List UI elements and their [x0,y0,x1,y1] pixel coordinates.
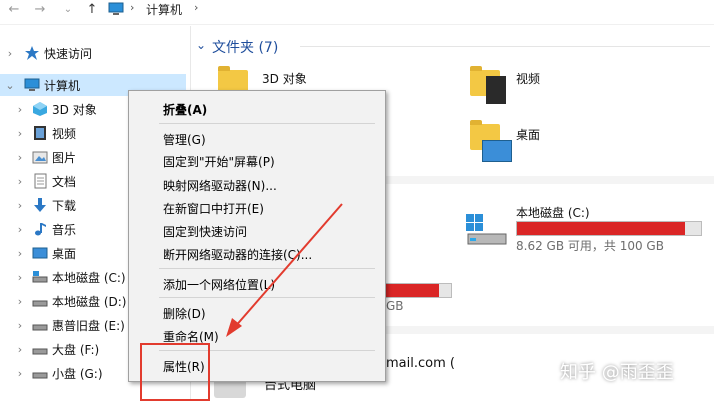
annotation-highlight-box [140,343,210,401]
annotation-arrow [226,203,343,337]
watermark: 知乎 @雨歪歪 [560,362,674,383]
